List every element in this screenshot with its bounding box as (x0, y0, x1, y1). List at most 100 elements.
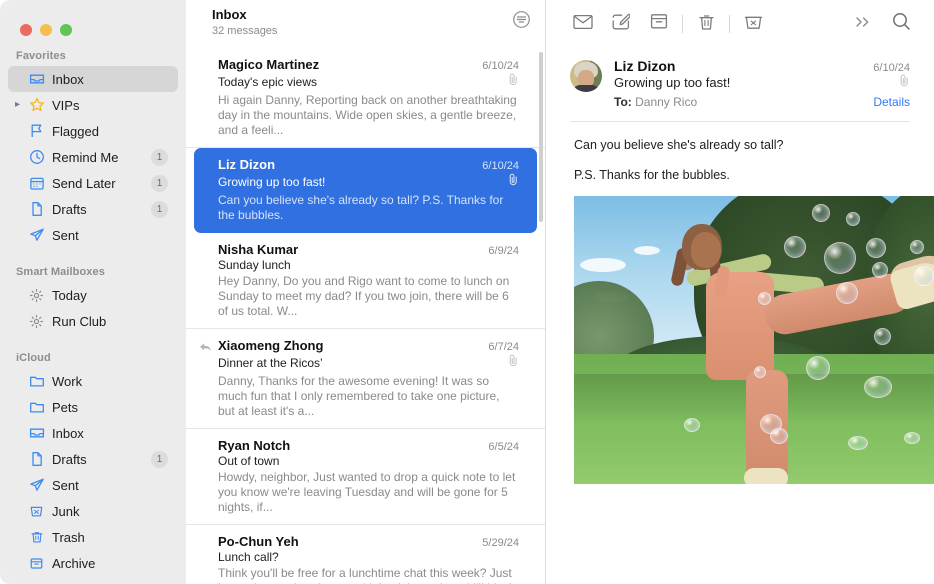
sidebar: Favorites Inbox ▸ VIPs Flagged Remind M (0, 0, 186, 584)
message-subject: Growing up too fast! (218, 175, 325, 189)
minimize-button[interactable] (40, 24, 52, 36)
sidebar-section-title-favorites: Favorites (0, 42, 186, 66)
delete-button[interactable] (687, 9, 725, 39)
sidebar-item-label: Work (52, 374, 178, 389)
junk-button[interactable] (734, 9, 772, 39)
sidebar-item-label: Inbox (52, 426, 178, 441)
message-list-item[interactable]: Magico Martinez 6/10/24 Today's epic vie… (186, 48, 545, 148)
compose-button[interactable] (602, 9, 640, 39)
message-list-item[interactable]: Xiaomeng Zhong 6/7/24 Dinner at the Rico… (186, 329, 545, 429)
sidebar-item-run-club[interactable]: Run Club (8, 308, 178, 334)
attachment-icon (508, 73, 519, 91)
trash-icon (28, 529, 45, 546)
message-list-item[interactable]: Nisha Kumar 6/9/24 Sunday lunch Hey Dann… (186, 233, 545, 329)
message-subject: Growing up too fast! (614, 75, 730, 90)
gear-icon (28, 287, 45, 304)
sidebar-item-remind-me[interactable]: Remind Me 1 (8, 144, 178, 170)
message-body: Can you believe she's already so tall? P… (546, 122, 934, 484)
calendar-icon (28, 175, 45, 192)
attachment-icon (508, 354, 519, 372)
sidebar-section-title-smart-mailboxes: Smart Mailboxes (0, 258, 186, 282)
message-subject: Lunch call? (218, 550, 279, 564)
chevrons-right-icon (854, 15, 872, 34)
attachment-icon (899, 74, 910, 92)
message-photo-attachment[interactable] (574, 196, 934, 484)
sidebar-item-label: Pets (52, 400, 178, 415)
search-button[interactable] (882, 9, 920, 39)
star-icon (28, 97, 45, 114)
sidebar-item-flagged[interactable]: Flagged (8, 118, 178, 144)
message-date: 6/10/24 (474, 160, 519, 172)
message-preview: Think you'll be free for a lunchtime cha… (218, 566, 519, 584)
details-link[interactable]: Details (873, 95, 910, 109)
sidebar-item-label: Drafts (52, 452, 151, 467)
message-subject: Out of town (218, 454, 279, 468)
avatar (570, 60, 602, 92)
sidebar-item-today[interactable]: Today (8, 282, 178, 308)
sidebar-item-label: Sent (52, 228, 178, 243)
message-date: 6/9/24 (480, 245, 519, 257)
zoom-button[interactable] (60, 24, 72, 36)
inbox-icon (28, 425, 45, 442)
archive-button[interactable] (640, 9, 678, 39)
message-preview: Can you believe she's already so tall? P… (218, 193, 519, 223)
sidebar-item-label: Run Club (52, 314, 178, 329)
more-button[interactable] (844, 9, 882, 39)
message-sender: Po-Chun Yeh (218, 534, 299, 549)
mark-unread-button[interactable] (564, 9, 602, 39)
message-preview: Hi again Danny, Reporting back on anothe… (218, 93, 519, 138)
toolbar-divider (729, 15, 730, 33)
message-date: 6/10/24 (873, 62, 910, 74)
message-list-scrollbar[interactable] (539, 52, 543, 222)
message-list-pane: Inbox 32 messages Magico Martinez 6/10/2… (186, 0, 546, 584)
sidebar-item-label: Flagged (52, 124, 178, 139)
sidebar-item-drafts[interactable]: Drafts 1 (8, 196, 178, 222)
unread-badge: 1 (151, 451, 168, 468)
message-date: 6/7/24 (480, 341, 519, 353)
unread-badge: 1 (151, 149, 168, 166)
spacer (0, 248, 186, 258)
message-sender: Ryan Notch (218, 438, 290, 453)
chevron-right-icon[interactable]: ▸ (15, 100, 20, 110)
sidebar-item-label: Sent (52, 478, 178, 493)
sidebar-item-label: Today (52, 288, 178, 303)
junk-icon (28, 503, 45, 520)
reply-arrow-icon (199, 340, 212, 358)
sidebar-item-icloud-inbox[interactable]: Inbox (8, 420, 178, 446)
message-preview: Howdy, neighbor, Just wanted to drop a q… (218, 470, 519, 515)
sidebar-item-work[interactable]: Work (8, 368, 178, 394)
message-subject: Dinner at the Ricos’ (218, 356, 323, 370)
message-subject: Today's epic views (218, 75, 317, 89)
message-list[interactable]: Magico Martinez 6/10/24 Today's epic vie… (186, 48, 545, 584)
spacer (0, 334, 186, 344)
sidebar-item-icloud-sent[interactable]: Sent (8, 472, 178, 498)
message-list-item-selected[interactable]: Liz Dizon 6/10/24 Growing up too fast! C… (194, 148, 537, 233)
message-list-item[interactable]: Ryan Notch 6/5/24 Out of town Howdy, nei… (186, 429, 545, 525)
sidebar-item-vips[interactable]: ▸ VIPs (8, 92, 178, 118)
message-sender-name: Liz Dizon (614, 58, 675, 74)
envelope-icon (573, 14, 593, 35)
window-controls (0, 8, 186, 42)
message-preview: Danny, Thanks for the awesome evening! I… (218, 374, 519, 419)
sidebar-item-junk[interactable]: Junk (8, 498, 178, 524)
sidebar-item-pets[interactable]: Pets (8, 394, 178, 420)
sidebar-item-archive[interactable]: Archive (8, 550, 178, 576)
sidebar-item-inbox[interactable]: Inbox (8, 66, 178, 92)
close-button[interactable] (20, 24, 32, 36)
mail-window: Favorites Inbox ▸ VIPs Flagged Remind M (0, 0, 934, 584)
toolbar-divider (682, 15, 683, 33)
sidebar-item-send-later[interactable]: Send Later 1 (8, 170, 178, 196)
body-paragraph: Can you believe she's already so tall? (574, 136, 910, 155)
sidebar-item-sent[interactable]: Sent (8, 222, 178, 248)
document-icon (28, 451, 45, 468)
attachment-icon (508, 173, 519, 191)
filter-button[interactable] (512, 10, 531, 34)
unread-badge: 1 (151, 201, 168, 218)
paper-plane-icon (28, 227, 45, 244)
message-list-header: Inbox 32 messages (186, 0, 545, 48)
reading-pane: Liz Dizon 6/10/24 Growing up too fast! T… (546, 0, 934, 584)
to-value: Danny Rico (635, 95, 697, 109)
sidebar-item-trash[interactable]: Trash (8, 524, 178, 550)
sidebar-item-icloud-drafts[interactable]: Drafts 1 (8, 446, 178, 472)
message-list-item[interactable]: Po-Chun Yeh 5/29/24 Lunch call? Think yo… (186, 525, 545, 584)
